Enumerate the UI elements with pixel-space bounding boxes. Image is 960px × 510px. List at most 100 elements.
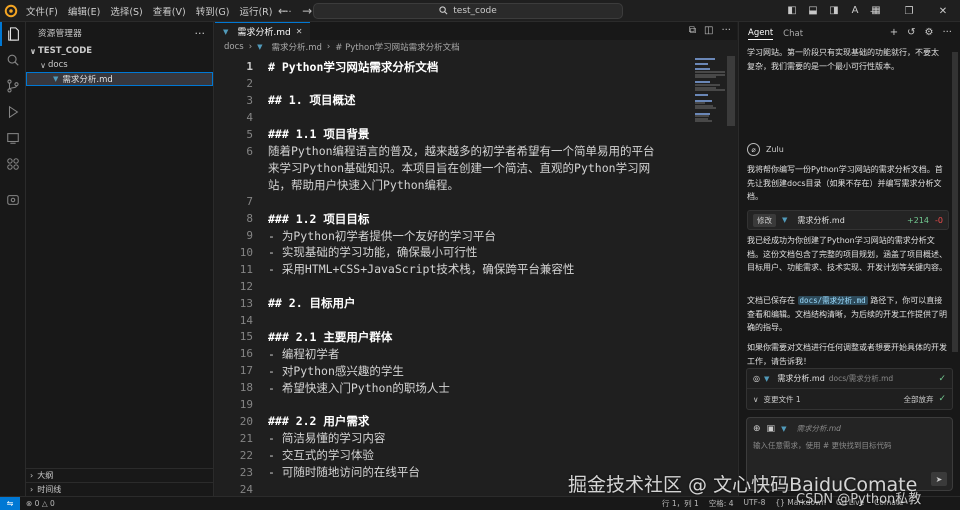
forward-arrow-icon[interactable]: → (302, 4, 312, 18)
settings-icon[interactable]: ⚙ (924, 27, 933, 38)
code-text: # Python学习网站需求分析文档 (268, 59, 439, 74)
source-control-icon[interactable] (0, 74, 26, 98)
chevron-right-icon: › (30, 471, 34, 480)
restore-icon[interactable]: ❐ (892, 0, 926, 22)
code-line[interactable]: 4 (215, 109, 695, 126)
run-debug-icon[interactable] (0, 100, 26, 124)
minimap-line (695, 120, 712, 123)
command-center[interactable]: test_code (313, 3, 623, 19)
toggle-secondary-sidebar-icon[interactable]: ◨ (828, 3, 840, 17)
breadcrumb-symbol[interactable]: # Python学习网站需求分析文档 (335, 41, 459, 53)
indentation[interactable]: 空格: 4 (709, 498, 734, 509)
menu-edit[interactable]: 编辑(E) (68, 4, 100, 18)
add-context-icon[interactable]: ⊕ (753, 424, 761, 434)
conversation-scrollbar[interactable] (952, 52, 958, 352)
file-requirements-md[interactable]: ▼ 需求分析.md (26, 72, 213, 86)
code-line[interactable]: 20 ### 2.2 用户需求 (215, 413, 695, 430)
problems-indicator[interactable]: ⊗ 0 △ 0 (20, 499, 55, 508)
minimap[interactable] (693, 56, 727, 496)
code-line[interactable]: 12 (215, 278, 695, 295)
timeline-label: 时间线 (37, 485, 62, 494)
send-icon[interactable]: ➤ (931, 472, 947, 486)
image-icon[interactable]: ▣ (767, 424, 776, 434)
tab-requirements-md[interactable]: ▼ 需求分析.md ✕ (215, 22, 311, 40)
code-line[interactable]: 19 (215, 396, 695, 413)
discard-all-button[interactable]: 全部放弃 (903, 394, 933, 405)
line-number: 18 (239, 381, 253, 395)
chevron-down-icon[interactable]: ∨ (753, 395, 759, 404)
open-preview-icon[interactable]: ⧉ (689, 25, 696, 36)
code-text: - 采用HTML+CSS+JavaScript技术栈，确保跨平台兼容性 (268, 262, 575, 277)
search-view-icon[interactable] (0, 48, 26, 72)
changed-file-row[interactable]: ◎ ▼ 需求分析.md docs/需求分析.md ✓ (747, 369, 952, 389)
accept-all-icon[interactable]: ✓ (938, 394, 946, 404)
code-line[interactable]: 11 - 采用HTML+CSS+JavaScript技术栈，确保跨平台兼容性 (215, 261, 695, 278)
line-number: 2 (246, 76, 253, 90)
close-tab-icon[interactable]: ✕ (296, 27, 303, 36)
new-chat-icon[interactable]: + (890, 27, 898, 38)
check-icon[interactable]: ✓ (938, 374, 946, 384)
editor-scrollbar[interactable] (727, 56, 735, 126)
code-line[interactable]: 7 (215, 193, 695, 210)
code-text: ### 1.2 项目目标 (268, 211, 370, 226)
timeline-section[interactable]: › 时间线 (26, 482, 214, 496)
tab-agent[interactable]: Agent (748, 28, 774, 40)
context-chip[interactable]: 需求分析.md (796, 423, 840, 434)
close-window-icon[interactable]: ✕ (926, 0, 960, 22)
code-line[interactable]: 14 (215, 312, 695, 329)
file-path-link[interactable]: docs/需求分析.md (797, 296, 868, 305)
code-line[interactable]: 22 - 交互式的学习体验 (215, 447, 695, 464)
toggle-sidebar-icon[interactable]: ◧ (786, 3, 798, 17)
menu-file[interactable]: 文件(F) (26, 4, 58, 18)
code-line[interactable]: 16 - 编程初学者 (215, 345, 695, 362)
chevron-right-icon: › (326, 42, 331, 52)
nav-arrows: ← → (278, 4, 312, 18)
back-arrow-icon[interactable]: ← (278, 4, 288, 18)
workspace-root[interactable]: ∨ TEST_CODE (26, 44, 213, 58)
history-icon[interactable]: ↺ (907, 27, 915, 38)
code-line[interactable]: 9 - 为Python初学者提供一个友好的学习平台 (215, 227, 695, 244)
code-line[interactable]: 3 ## 1. 项目概述 (215, 92, 695, 109)
code-line[interactable]: 站，帮助用户快速入门Python编程。 (215, 176, 695, 193)
cursor-position[interactable]: 行 1，列 1 (662, 498, 699, 509)
code-line[interactable]: 来学习Python基础知识。本项目旨在创建一个简洁、直观的Python学习网 (215, 159, 695, 176)
chat-input-placeholder[interactable]: 输入任意需求，使用 # 更快找到目标代码 (747, 434, 952, 451)
code-line[interactable]: 2 (215, 75, 695, 92)
breadcrumb-folder[interactable]: docs (224, 42, 244, 52)
code-text: ### 2.1 主要用户群体 (268, 329, 393, 344)
comate-icon[interactable] (0, 188, 26, 212)
code-text: ## 2. 目标用户 (268, 296, 356, 311)
code-line[interactable]: 5 ### 1.1 项目背景 (215, 126, 695, 143)
code-line[interactable]: 6 随着Python编程语言的普及，越来越多的初学者希望有一个简单易用的平台 (215, 143, 695, 160)
minimize-icon[interactable]: — (858, 0, 892, 22)
more-actions-icon[interactable]: ··· (195, 27, 206, 40)
code-line[interactable]: 1 # Python学习网站需求分析文档 (215, 58, 695, 75)
split-editor-icon[interactable]: ◫ (704, 25, 713, 36)
explorer-icon[interactable] (0, 22, 26, 46)
file-change-card[interactable]: 修改 ▼ 需求分析.md +214 -0 (747, 210, 949, 230)
code-line[interactable]: 17 - 对Python感兴趣的学生 (215, 362, 695, 379)
more-actions-icon[interactable]: ··· (942, 27, 952, 38)
code-editor[interactable]: 1 # Python学习网站需求分析文档 2 3 ## 1. 项目概述 4 5 ### 1.1… (215, 56, 737, 496)
menu-run[interactable]: 运行(R) (239, 4, 272, 18)
tab-chat[interactable]: Chat (783, 29, 803, 39)
toggle-panel-icon[interactable]: ⬓ (807, 3, 819, 17)
more-actions-icon[interactable]: ··· (721, 25, 731, 36)
menu-view[interactable]: 查看(V) (153, 4, 186, 18)
folder-docs[interactable]: ∨ docs (26, 58, 213, 72)
remote-explorer-icon[interactable] (0, 126, 26, 150)
code-line[interactable]: 15 ### 2.1 主要用户群体 (215, 328, 695, 345)
code-line[interactable]: 10 - 实现基础的学习功能，确保最小可行性 (215, 244, 695, 261)
remote-indicator-icon[interactable]: ⇋ (0, 496, 20, 510)
outline-section[interactable]: › 大纲 (26, 468, 214, 482)
code-line[interactable]: 21 - 简洁易懂的学习内容 (215, 430, 695, 447)
menu-go[interactable]: 转到(G) (196, 4, 230, 18)
code-line[interactable]: 18 - 希望快速入门Python的职场人士 (215, 379, 695, 396)
code-line[interactable]: 8 ### 1.2 项目目标 (215, 210, 695, 227)
code-line[interactable]: 13 ## 2. 目标用户 (215, 295, 695, 312)
folder-docs-label: docs (48, 60, 68, 70)
encoding[interactable]: UTF-8 (744, 498, 766, 509)
extensions-icon[interactable] (0, 152, 26, 176)
menu-selection[interactable]: 选择(S) (110, 4, 142, 18)
breadcrumb-file[interactable]: 需求分析.md (272, 41, 322, 53)
